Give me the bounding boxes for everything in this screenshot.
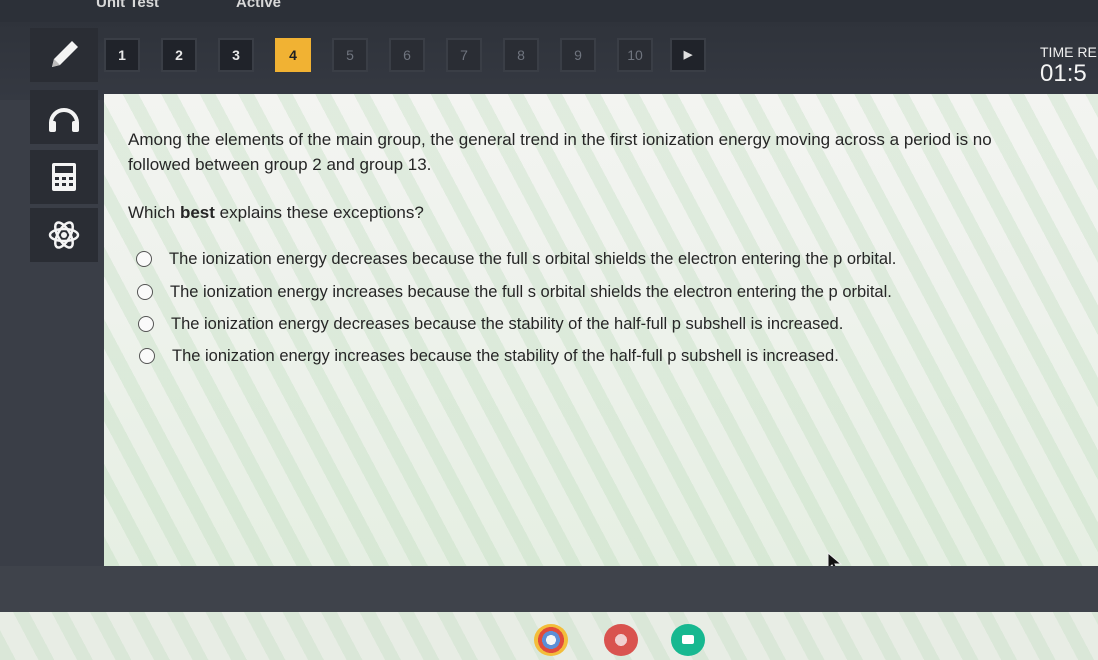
radio-button[interactable] <box>138 316 154 332</box>
top-strip: Unit Test Active <box>0 0 1098 22</box>
calculator-tool-button[interactable] <box>30 150 98 204</box>
radio-button[interactable] <box>137 284 153 300</box>
question-stem: Among the elements of the main group, th… <box>128 127 1098 177</box>
bottom-bar <box>0 566 1098 612</box>
audio-tool-button[interactable] <box>30 90 98 144</box>
question-button-9[interactable]: 9 <box>560 38 596 72</box>
question-button-6[interactable]: 6 <box>389 38 425 72</box>
answer-choice-text: The ionization energy decreases because … <box>171 314 844 333</box>
prompt-pre: Which <box>128 203 180 222</box>
question-button-5[interactable]: 5 <box>332 38 368 72</box>
answer-choice-4[interactable]: The ionization energy increases because … <box>139 344 839 368</box>
next-question-button[interactable]: ▶ <box>670 38 706 72</box>
calculator-icon <box>52 163 76 191</box>
question-prompt: Which best explains these exceptions? <box>128 203 424 223</box>
question-line-1: Among the elements of the main group, th… <box>128 130 992 149</box>
question-button-7[interactable]: 7 <box>446 38 482 72</box>
app-icon[interactable] <box>604 624 638 656</box>
video-icon[interactable] <box>671 624 705 656</box>
question-button-1[interactable]: 1 <box>104 38 140 72</box>
radio-button[interactable] <box>136 251 152 267</box>
answer-choice-1[interactable]: The ionization energy decreases because … <box>136 247 896 271</box>
prompt-emphasis: best <box>179 203 215 222</box>
question-button-4[interactable]: 4 <box>275 38 311 72</box>
question-panel: Among the elements of the main group, th… <box>104 94 1098 566</box>
timer-value: 01:5 <box>1040 60 1087 87</box>
question-button-2[interactable]: 2 <box>161 38 197 72</box>
question-button-3[interactable]: 3 <box>218 38 254 72</box>
pencil-icon <box>52 41 78 67</box>
tool-sidebar <box>0 28 104 568</box>
answer-choice-3[interactable]: The ionization energy decreases because … <box>138 312 843 336</box>
chrome-icon[interactable] <box>534 624 568 656</box>
pencil-tool-button[interactable] <box>30 28 98 82</box>
reference-tool-button[interactable] <box>30 208 98 262</box>
answer-choice-text: The ionization energy decreases because … <box>169 249 897 268</box>
atom-icon <box>48 221 80 249</box>
play-triangle-icon: ▶ <box>683 49 693 61</box>
radio-button[interactable] <box>139 348 155 364</box>
question-line-2: followed between group 2 and group 13. <box>128 155 432 174</box>
headphones-icon <box>49 108 79 132</box>
question-button-8[interactable]: 8 <box>503 38 539 72</box>
prompt-post: explains these exceptions? <box>214 203 424 222</box>
timer-label: TIME RE <box>1040 44 1097 60</box>
answer-choice-text: The ionization energy increases because … <box>172 346 839 365</box>
test-title: Unit Test <box>96 0 160 11</box>
answer-choice-text: The ionization energy increases because … <box>170 282 892 301</box>
answer-choice-2[interactable]: The ionization energy increases because … <box>137 280 892 304</box>
question-button-10[interactable]: 10 <box>617 38 653 72</box>
test-status: Active <box>236 0 282 11</box>
